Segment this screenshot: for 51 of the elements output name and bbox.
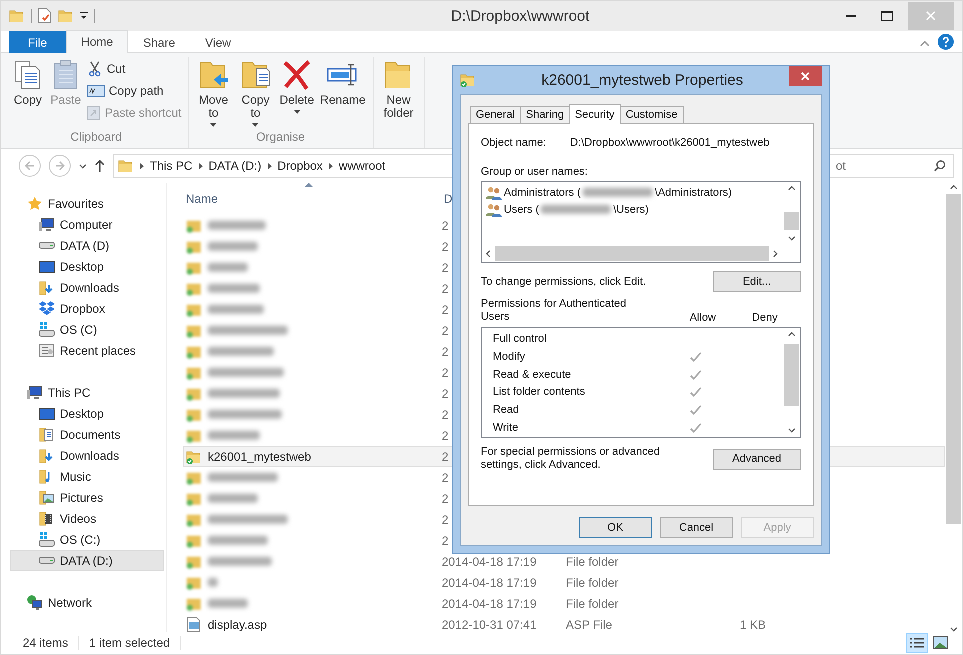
permission-name: List folder contents: [493, 386, 586, 398]
type-cell: ASP File: [566, 618, 612, 632]
size-cell: 1 KB: [740, 618, 766, 632]
permission-name: Full control: [493, 332, 548, 345]
advanced-note: For special permissions or advanced settings, click Advanced.: [481, 446, 662, 472]
date-cell: 2: [442, 534, 449, 548]
date-cell: 2: [442, 470, 449, 484]
permission-name: Write: [493, 422, 520, 434]
file-name: display.asp: [208, 618, 268, 632]
group-label: Organise: [255, 130, 306, 146]
date-cell: 2: [442, 492, 449, 506]
deny-header: Deny: [751, 312, 779, 324]
edit-note: To change permissions, click Edit.: [481, 276, 646, 288]
allow-header: Allow: [688, 312, 718, 324]
selection-count: 1 item selected: [89, 636, 182, 650]
group-label: Clipboard: [70, 130, 124, 146]
permissions-label: Permissions for Authenticated Users: [481, 298, 628, 324]
group-label: Group or user names:: [481, 166, 589, 178]
window-title: D:\Dropbox\wwwroot: [450, 8, 591, 24]
date-cell: 2: [442, 512, 449, 526]
date-cell: 2: [442, 386, 449, 400]
dialog-title: k26001_mytestweb Properties: [540, 72, 744, 88]
date-cell: 2012-10-31 07:41: [442, 618, 537, 632]
date-cell: 2: [442, 218, 449, 232]
date-cell: 2014-04-18 17:19: [442, 554, 537, 568]
date-cell: 2: [442, 282, 449, 296]
type-cell: File folder: [566, 576, 619, 590]
user-name: \Administrators): [655, 186, 732, 198]
user-name: \Users): [613, 204, 649, 216]
file-name: k26001_mytestweb: [208, 450, 312, 464]
item-count: 24 items: [23, 636, 80, 650]
permission-name: Read: [493, 404, 520, 416]
object-name-label: Object name:: [481, 137, 546, 149]
permission-name: Read & execute: [493, 368, 572, 381]
date-cell: 2: [442, 428, 449, 442]
date-cell: 2: [442, 240, 449, 254]
type-cell: File folder: [566, 596, 619, 610]
date-cell: 2: [442, 344, 449, 358]
date-cell: 2014-04-18 17:19: [442, 576, 537, 590]
object-name-value: D:\Dropbox\wwwroot\k26001_mytestweb: [570, 137, 770, 149]
date-cell: 2: [442, 450, 449, 464]
user-name: Users (: [504, 204, 540, 216]
user-name: Administrators (: [504, 186, 582, 198]
date-cell: 2: [442, 324, 449, 338]
permission-name: Modify: [493, 350, 526, 363]
date-cell: 2014-04-18 17:19: [442, 596, 537, 610]
date-cell: 2: [442, 302, 449, 316]
type-cell: File folder: [566, 554, 619, 568]
date-cell: 2: [442, 260, 449, 274]
date-cell: 2: [442, 366, 449, 380]
date-cell: 2: [442, 408, 449, 422]
